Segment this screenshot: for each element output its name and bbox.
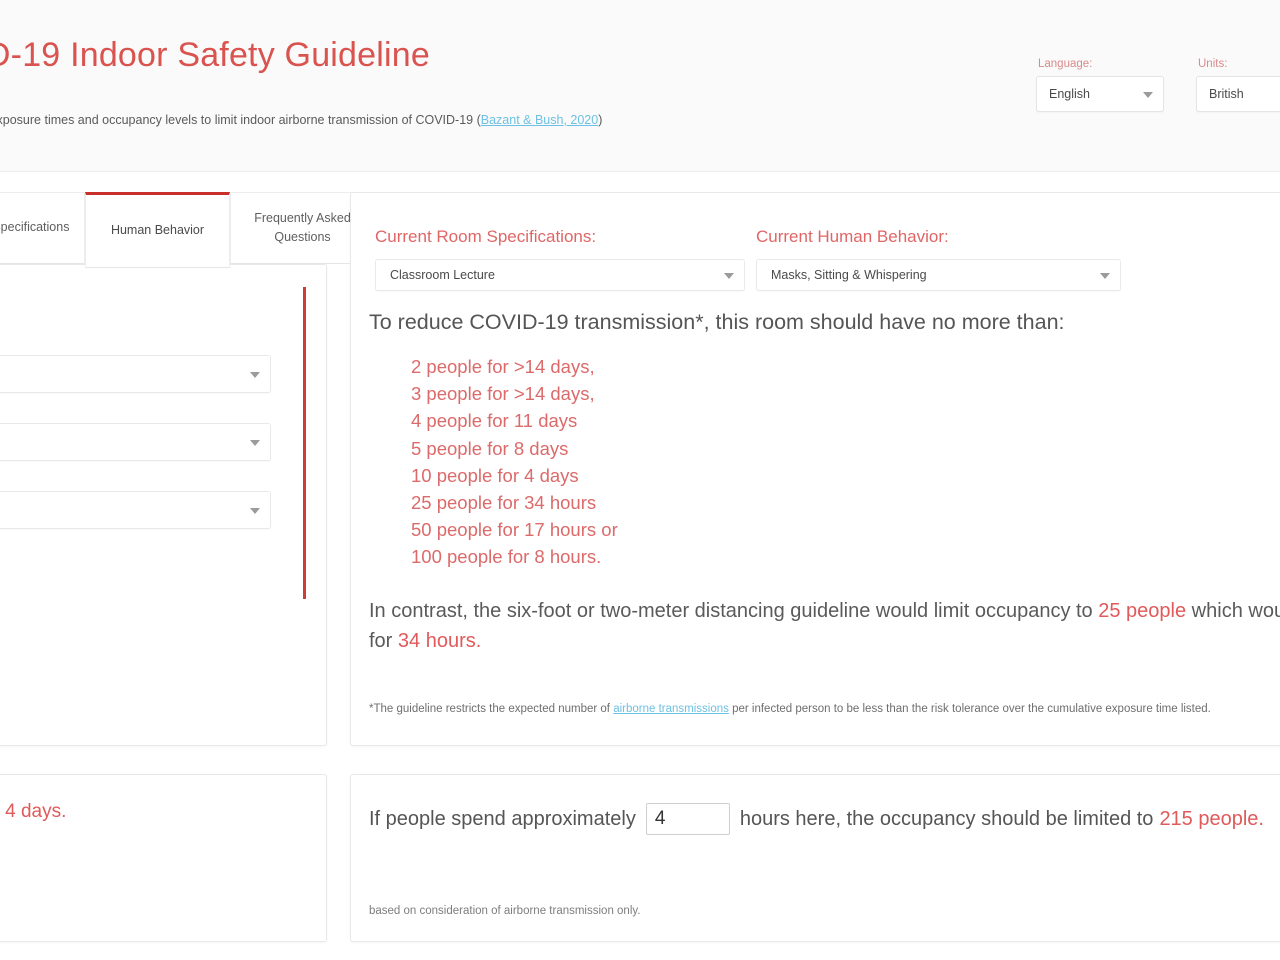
app-header: COVID-19 Indoor Safety Guideline This ap… — [0, 0, 1280, 172]
units-label: Units: — [1198, 58, 1228, 70]
chevron-down-icon — [1143, 92, 1153, 98]
units-selected-value: British — [1209, 87, 1244, 101]
list-item: 50 people for 17 hours or — [411, 519, 618, 541]
language-control: Language: English — [1036, 58, 1164, 112]
occupancy-calculator-line: If people spend approximately hours here… — [369, 803, 1264, 835]
left-summary-text: If this room has 10 people, its occupant… — [0, 797, 66, 828]
list-item: 100 people for 8 hours. — [411, 546, 602, 568]
room-specifications-value: Classroom Lecture — [390, 268, 495, 282]
language-select[interactable]: English — [1036, 76, 1164, 112]
chevron-down-icon — [250, 372, 260, 378]
human-behavior-inputs-card: Exhalation Activity Vocalization Activit… — [0, 264, 327, 746]
mask-type-select[interactable]: Masks Type — [0, 491, 271, 529]
vocalization-activity-select[interactable]: Vocalization Activity — [0, 423, 271, 461]
list-item: 5 people for 8 days — [411, 437, 569, 459]
footnote-suffix: per infected person to be less than the … — [728, 703, 1211, 715]
footnote-prefix: *The guideline restricts the expected nu… — [369, 703, 614, 715]
calculator-occupancy-value: 215 people — [1159, 807, 1259, 830]
chevron-down-icon — [250, 440, 260, 446]
left-summary-suffix: . — [61, 801, 67, 822]
left-summary-card: If this room has 10 people, its occupant… — [0, 774, 327, 942]
hours-input[interactable] — [645, 803, 730, 835]
list-item: 10 people for 4 days — [411, 464, 579, 486]
tab-room-specifications[interactable]: Room Specifications — [0, 192, 85, 264]
exhalation-activity-select[interactable]: Exhalation Activity — [0, 355, 271, 393]
chevron-down-icon — [1100, 273, 1110, 279]
list-item: 4 people for 11 days — [411, 410, 578, 432]
contrast-suffix: . — [475, 630, 482, 653]
citation-link[interactable]: Bazant & Bush, 2020 — [481, 113, 598, 127]
page-subtitle: This app calculates safe exposure times … — [0, 113, 602, 127]
distancing-contrast-text: In contrast, the six-foot or two-meter d… — [369, 596, 1280, 657]
chevron-down-icon — [250, 508, 260, 514]
list-item: 2 people for >14 days, — [411, 356, 595, 377]
contrast-people: 25 people — [1098, 600, 1187, 622]
contrast-prefix: In contrast, the six-foot or two-meter d… — [369, 600, 1099, 622]
header-controls: Language: English Units: British — [1036, 58, 1280, 112]
occupancy-calculator-card: If people spend approximately hours here… — [350, 774, 1280, 942]
language-selected-value: English — [1049, 87, 1090, 101]
page-title: COVID-19 Indoor Safety Guideline — [0, 36, 431, 74]
left-summary-duration: 4 days — [5, 801, 62, 822]
human-behavior-value: Masks, Sitting & Whispering — [771, 268, 927, 282]
occupancy-list: 2 people for >14 days, 3 people for >14 … — [411, 353, 618, 571]
guideline-results-card: Current Room Specifications: Classroom L… — [350, 192, 1280, 746]
subtitle-prefix: This app calculates safe exposure times … — [0, 113, 481, 127]
calculator-suffix: . — [1258, 807, 1264, 830]
units-control: Units: British — [1196, 58, 1280, 112]
language-label: Language: — [1038, 58, 1093, 70]
list-item: 3 people for >14 days, — [411, 383, 595, 405]
guideline-footnote: *The guideline restricts the expected nu… — [369, 701, 1269, 717]
subtitle-suffix: ) — [598, 113, 603, 127]
calculator-prefix: If people spend approximately — [369, 807, 636, 830]
accent-divider-bar — [303, 287, 306, 599]
human-behavior-heading: Current Human Behavior: — [756, 227, 949, 246]
guideline-headline: To reduce COVID-19 transmission*, this r… — [369, 310, 1065, 334]
chevron-down-icon — [724, 273, 734, 279]
units-select[interactable]: British — [1196, 76, 1280, 112]
human-behavior-select[interactable]: Masks, Sitting & Whispering — [756, 259, 1121, 291]
contrast-time: 34 hours — [397, 630, 476, 653]
list-item: 25 people for 34 hours — [411, 491, 597, 513]
room-specifications-heading: Current Room Specifications: — [375, 227, 597, 246]
airborne-transmissions-link[interactable]: airborne transmissions — [613, 703, 729, 715]
tab-bar: Room Specifications Human Behavior Frequ… — [0, 192, 375, 268]
room-specifications-select[interactable]: Classroom Lecture — [375, 259, 745, 291]
tab-human-behavior[interactable]: Human Behavior — [85, 192, 230, 268]
calculator-middle: hours here, the occupancy should be limi… — [739, 807, 1154, 830]
calculator-footnote: based on consideration of airborne trans… — [369, 905, 641, 917]
